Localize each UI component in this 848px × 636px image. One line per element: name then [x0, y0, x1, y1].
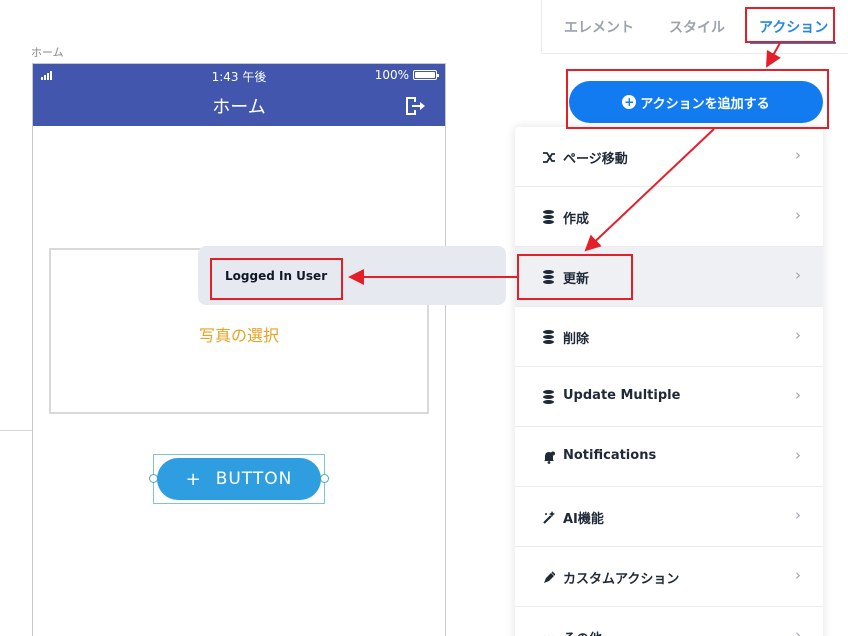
menu-item-label: Update Multiple — [563, 388, 681, 403]
bell-icon — [544, 451, 555, 464]
status-bar: 1:43 午後 100% — [33, 64, 445, 86]
magic-wand-icon — [543, 511, 555, 524]
database-icon — [543, 330, 554, 344]
menu-item-page-navigation[interactable]: ページ移動 › — [515, 127, 823, 187]
resize-handle-right[interactable] — [320, 474, 329, 483]
button-selection-frame[interactable]: + BUTTON — [149, 454, 329, 504]
tab-style[interactable]: スタイル — [669, 17, 725, 37]
menu-item-update-multiple[interactable]: Update Multiple › — [515, 367, 823, 427]
canvas-divider — [0, 430, 33, 431]
menu-item-label: カスタムアクション — [563, 572, 680, 587]
menu-item-delete[interactable]: 削除 › — [515, 307, 823, 367]
chevron-right-icon: › — [795, 626, 801, 636]
pen-icon — [544, 571, 555, 583]
menu-item-create[interactable]: 作成 › — [515, 187, 823, 247]
menu-item-notifications[interactable]: Notifications › — [515, 427, 823, 487]
app-header: ホーム — [33, 86, 445, 126]
chevron-right-icon: › — [795, 206, 801, 224]
database-icon — [543, 390, 554, 404]
chevron-right-icon: › — [795, 506, 801, 524]
shuffle-icon — [543, 152, 555, 163]
chevron-right-icon: › — [795, 386, 801, 404]
chevron-right-icon: › — [795, 266, 801, 284]
tab-element[interactable]: エレメント — [564, 17, 634, 37]
database-icon — [543, 210, 554, 224]
photo-picker-label: 写真の選択 — [198, 326, 279, 345]
more-icon: ··· — [543, 631, 555, 636]
menu-item-ai[interactable]: AI機能 › — [515, 487, 823, 547]
chevron-right-icon: › — [795, 566, 801, 584]
battery-icon — [413, 70, 439, 80]
app-button[interactable]: + BUTTON — [157, 458, 321, 500]
menu-item-label: 削除 — [563, 332, 590, 347]
menu-item-custom-action[interactable]: カスタムアクション › — [515, 547, 823, 607]
page-title: ホーム — [212, 97, 266, 118]
annotation-box-action-tab — [745, 7, 835, 43]
battery-percent: 100% — [374, 68, 409, 82]
menu-item-label: AI機能 — [563, 512, 604, 527]
menu-item-label: ページ移動 — [563, 152, 628, 167]
annotation-box-logged-in-user — [210, 258, 343, 300]
menu-item-label: Notifications — [563, 448, 657, 463]
annotation-box-add-action — [566, 69, 829, 129]
app-button-label: BUTTON — [215, 469, 293, 489]
menu-item-label: その他 — [563, 628, 602, 636]
chevron-right-icon: › — [795, 146, 801, 164]
screen-name-label: ホーム — [31, 46, 64, 59]
plus-icon: + — [185, 468, 202, 490]
menu-item-other[interactable]: ··· その他 › — [515, 607, 823, 636]
annotation-box-update — [517, 254, 633, 300]
action-menu: ページ移動 › 作成 › 更新 › 削除 › Update Multiple ›… — [515, 127, 823, 636]
menu-item-label: 作成 — [563, 212, 590, 227]
chevron-right-icon: › — [795, 446, 801, 464]
phone-preview[interactable]: 1:43 午後 100% ホーム 写真の選択 + BUTTON — [32, 63, 446, 636]
logout-icon[interactable] — [403, 95, 427, 117]
chevron-right-icon: › — [795, 326, 801, 344]
